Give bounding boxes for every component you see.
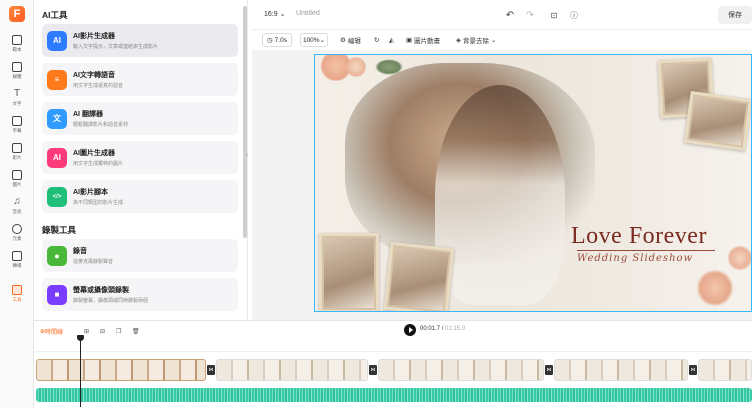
tools-icon [12,285,22,295]
timeline: ⊕ 時間線 ⊞ ⊟ ❐ 🗑 00:01.7 / 01:15.0 ⋈ ⋈ ⋈ ⋈ [34,320,752,408]
duplicate-icon[interactable]: ❐ [116,325,121,337]
top-bar: 16:9 ⌄ Untitled ↶ ↷ ⊡ ⓘ 保存 [252,0,752,30]
rail-item-media[interactable]: 媒體 [0,59,34,83]
undo-icon[interactable]: ↶ [504,9,516,21]
headline-text[interactable]: Love Forever [571,223,707,250]
video-icon [12,143,22,153]
aspect-ratio-select[interactable]: 16:9 ⌄ [264,10,285,18]
flower-decoration [695,270,735,306]
save-button[interactable]: 保存 [718,6,752,24]
elements-icon [12,224,22,234]
video-clip[interactable] [378,359,544,381]
flip-icon[interactable]: ◭ [389,34,394,46]
adjust-icon: ⚙ [340,37,346,44]
video-clip[interactable] [216,359,368,381]
rail-item-tools[interactable]: 工具 [0,282,34,306]
tool-ai-translator[interactable]: 文 AI 翻譯器 輕鬆翻譯影片和語音素材 [42,102,238,135]
clock-icon: ◷ [267,37,273,44]
video-clip[interactable] [698,359,752,381]
camera-icon: ■ [47,284,67,305]
element-toolbar: ◷ 7.0s 100% ⌄ ⚙ 编辑 ↻ ◭ ▣ 圖片動畫 ◈ 背景去除 ⌄ [252,30,752,50]
translate-icon: 文 [47,108,67,129]
redo-icon[interactable]: ↷ [524,9,536,21]
background-remove-button[interactable]: ◈ 背景去除 ⌄ [456,34,496,46]
tools-panel: AI工具 AI AI影片生成器 輸入文字提示，文章或連結來生成影片 ≡ AI文字轉… [34,0,248,322]
left-rail: F 範本 媒體 T 文字 字幕 影片 圖片 ♫ 音訊 元素 轉場 工具 [0,0,34,408]
add-icon[interactable]: ⊞ [84,325,89,337]
panel-scrollbar[interactable] [243,6,247,238]
couple-figure [435,85,565,305]
rail-item-audio[interactable]: ♫ 音訊 [0,194,34,218]
microphone-icon: ● [47,245,67,266]
tool-ai-image-generator[interactable]: AI AI圖片生成器 用文字生成獨特的圖片 [42,141,238,174]
transition-icon [12,251,22,261]
split-icon[interactable]: ⊟ [100,325,105,337]
rail-item-text[interactable]: T 文字 [0,86,34,110]
transition-icon[interactable]: ⋈ [369,365,377,375]
project-title[interactable]: Untitled [296,10,320,17]
image-icon [12,170,22,180]
photo-frame [319,233,379,311]
ai-tools-title: AI工具 [42,10,68,20]
rail-item-transitions[interactable]: 轉場 [0,248,34,272]
audio-track[interactable] [36,388,752,402]
subtitle-icon [12,116,22,126]
help-icon[interactable]: ⓘ [568,9,580,21]
flower-decoration [345,57,367,77]
zoom-select[interactable]: 100% ⌄ [300,33,328,47]
title-underline [577,250,715,251]
tool-ai-text-to-speech[interactable]: ≡ AI文字轉語音 用文字生成逼真的語音 [42,63,238,96]
rail-item-images[interactable]: 圖片 [0,167,34,191]
tool-voice-record[interactable]: ● 錄音 從麥克風錄製聲音 [42,239,238,272]
leaf-decoration [375,59,403,75]
rail-item-elements[interactable]: 元素 [0,221,34,245]
audio-icon: ♫ [13,196,21,207]
flower-decoration [727,245,751,271]
photo-frame [383,241,455,311]
tool-ai-video-generator[interactable]: AI AI影片生成器 輸入文字提示，文章或連結來生成影片 [42,24,238,57]
script-icon: </> [47,186,67,207]
preview-stage[interactable]: Love Forever Wedding Slideshow [314,54,752,312]
delete-icon[interactable]: 🗑 [132,325,140,337]
photo-frame [683,90,751,152]
tool-screen-record[interactable]: ■ 螢幕或攝像頭錄製 錄製螢幕，攝像頭或同時錄製兩個 [42,278,238,311]
rail-item-subtitles[interactable]: 字幕 [0,113,34,137]
edit-button[interactable]: ⚙ 编辑 [340,34,361,46]
template-icon [12,35,22,45]
media-icon [12,62,22,72]
text-to-speech-icon: ≡ [47,69,67,90]
subline-text[interactable]: Wedding Slideshow [577,253,693,264]
transition-icon[interactable]: ⋈ [207,365,215,375]
screenshot-icon[interactable]: ⊡ [548,9,560,21]
transition-icon[interactable]: ⋈ [545,365,553,375]
video-clip[interactable] [554,359,688,381]
video-clip[interactable] [36,359,206,381]
image-animation-button[interactable]: ▣ 圖片動畫 [406,34,440,46]
animation-icon: ▣ [406,37,413,44]
time-ruler[interactable] [34,340,752,352]
duration-field[interactable]: ◷ 7.0s [262,33,292,47]
text-icon: T [13,88,21,99]
image-generator-icon: AI [47,147,67,168]
video-track: ⋈ ⋈ ⋈ ⋈ [36,356,752,384]
play-button[interactable] [404,324,416,336]
canvas-area: Love Forever Wedding Slideshow [252,50,752,320]
eraser-icon: ◈ [456,37,461,44]
transition-icon[interactable]: ⋈ [689,365,697,375]
rotate-icon[interactable]: ↻ [374,34,379,46]
ai-video-icon: AI [47,30,67,51]
record-tools-title: 錄製工具 [42,225,77,235]
rail-item-video[interactable]: 影片 [0,140,34,164]
rail-item-templates[interactable]: 範本 [0,32,34,56]
tool-ai-video-script[interactable]: </> AI影片腳本 為不同類型的影片生成 [42,180,238,213]
playhead[interactable] [77,335,84,407]
app-logo[interactable]: F [9,6,25,22]
time-display: 00:01.7 / 01:15.0 [420,326,466,332]
timeline-toggle[interactable]: ⊕ 時間線 [40,325,63,337]
